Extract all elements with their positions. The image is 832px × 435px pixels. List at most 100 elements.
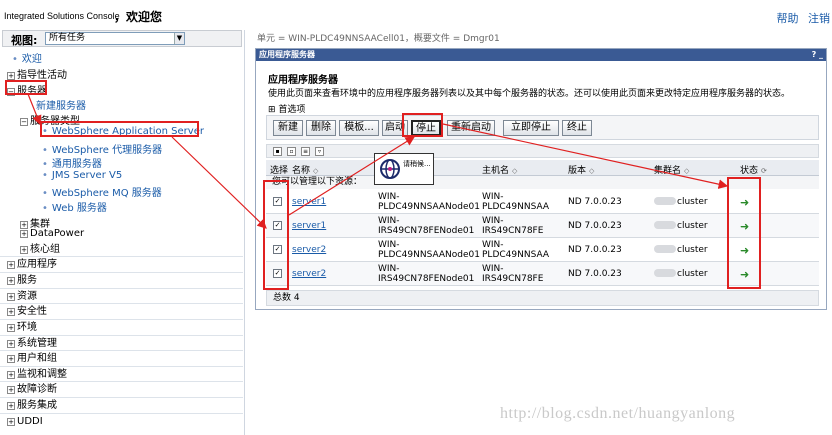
banner-links: 帮助 注销 — [771, 10, 831, 26]
nav-section-environment[interactable]: + 环境 — [0, 319, 243, 335]
sort-icon: ◇ — [512, 167, 518, 175]
delete-button[interactable]: 删除 — [306, 120, 336, 136]
column-cluster[interactable]: 集群名 ◇ — [654, 163, 689, 176]
view-select-value: 所有任务 — [49, 33, 86, 43]
started-status-icon: ➜ — [740, 196, 750, 209]
nav-core-groups[interactable]: + 核心组 — [20, 240, 60, 255]
version-cell: ND 7.0.0.23 — [568, 197, 622, 207]
host-cell: WIN- PLDC49NNSAA — [482, 192, 550, 212]
start-button[interactable]: 启动 — [382, 120, 408, 136]
nav-section-security[interactable]: + 安全性 — [0, 303, 243, 319]
chevron-down-icon[interactable]: ▼ — [174, 33, 184, 44]
collapse-icon[interactable]: − — [20, 118, 28, 126]
help-link[interactable]: 帮助 — [777, 12, 799, 25]
expand-icon[interactable]: + — [20, 246, 28, 254]
column-host[interactable]: 主机名 ◇ — [482, 163, 517, 176]
bullet-icon: • — [42, 126, 48, 137]
expand-icon[interactable]: + — [7, 402, 15, 410]
nav-section-services[interactable]: + 服务 — [0, 272, 243, 288]
sort-icon: ◇ — [684, 167, 690, 175]
deselect-all-icon[interactable]: ▫ — [287, 147, 296, 156]
filter-show-icon[interactable]: ≡ — [301, 147, 310, 156]
redacted-text — [654, 245, 676, 253]
expand-icon[interactable]: + — [7, 293, 15, 301]
preferences-toggle[interactable]: ⊞ 首选项 — [268, 102, 305, 115]
logout-link[interactable]: 注销 — [808, 12, 830, 25]
nav-type-web[interactable]: • Web 服务器 — [42, 199, 107, 214]
server-link[interactable]: server2 — [292, 269, 326, 279]
expand-icon[interactable]: + — [7, 261, 15, 269]
terminate-button[interactable]: 终止 — [562, 120, 592, 136]
action-toolbar: 新建 删除 模板... 启动 停止 重新启动 立即停止 终止 — [266, 115, 819, 140]
column-name[interactable]: 名称 ◇ — [292, 163, 318, 176]
row-checkbox[interactable]: ✓ — [273, 221, 282, 230]
filter-edit-icon[interactable]: ▿ — [315, 147, 324, 156]
nav-type-mq[interactable]: • WebSphere MQ 服务器 — [42, 184, 162, 199]
table-row: ✓ server2 WIN- IRS49CN78FENode01 WIN- IRS4… — [266, 262, 819, 286]
stop-button[interactable]: 停止 — [411, 120, 441, 136]
nav-section-applications[interactable]: + 应用程序 — [0, 256, 243, 272]
nav-section-uddi[interactable]: + UDDI — [0, 413, 243, 429]
nav-servers[interactable]: − 服务器 — [7, 82, 47, 97]
nav-type-was[interactable]: • WebSphere Application Server — [42, 126, 204, 137]
row-checkbox[interactable]: ✓ — [273, 269, 282, 278]
version-cell: ND 7.0.0.23 — [568, 245, 622, 255]
nav-server-types[interactable]: − 服务器类型 — [20, 112, 80, 127]
nav-datapower[interactable]: + DataPower — [20, 228, 84, 239]
node-cell: WIN- PLDC49NNSAANode01 — [378, 192, 480, 212]
immediate-stop-button[interactable]: 立即停止 — [503, 120, 559, 136]
portlet-controls[interactable]: ? _ — [812, 49, 823, 61]
expand-icon[interactable]: + — [7, 72, 15, 80]
nav-section-users-groups[interactable]: + 用户和组 — [0, 350, 243, 366]
nav-section-resources[interactable]: + 资源 — [0, 288, 243, 304]
sort-icon: ◇ — [589, 167, 595, 175]
host-cell: WIN- IRS49CN78FE — [482, 264, 544, 284]
nav-type-generic[interactable]: • 通用服务器 — [42, 155, 102, 170]
column-version[interactable]: 版本 ◇ — [568, 163, 594, 176]
row-checkbox[interactable]: ✓ — [273, 245, 282, 254]
column-status[interactable]: 状态 ⟳ — [740, 163, 767, 176]
nav-section-monitoring[interactable]: + 监视和调整 — [0, 366, 243, 382]
view-select[interactable]: 所有任务 ▼ — [45, 32, 185, 45]
collapse-icon[interactable]: − — [7, 88, 15, 96]
cluster-cell: cluster — [654, 269, 708, 279]
view-bar: 视图: 所有任务 ▼ — [2, 30, 242, 47]
expand-icon[interactable]: + — [7, 308, 15, 316]
redacted-text — [654, 197, 676, 205]
expand-icon[interactable]: + — [7, 386, 15, 394]
select-all-icon[interactable]: ▪ — [273, 147, 282, 156]
expand-icon[interactable]: + — [7, 371, 15, 379]
expand-icon[interactable]: + — [7, 418, 15, 426]
cluster-cell: cluster — [654, 197, 708, 207]
cluster-cell: cluster — [654, 221, 708, 231]
template-button[interactable]: 模板... — [339, 120, 379, 136]
nav-section-troubleshooting[interactable]: + 故障诊断 — [0, 381, 243, 397]
version-cell: ND 7.0.0.23 — [568, 221, 622, 231]
welcome-message: ，欢迎您 — [114, 10, 163, 24]
bullet-icon: • — [42, 159, 48, 170]
expand-icon[interactable]: + — [7, 355, 15, 363]
console-brand: Integrated Solutions Console — [4, 11, 120, 21]
nav-new-server[interactable]: 新建服务器 — [36, 97, 86, 112]
server-link[interactable]: server1 — [292, 221, 326, 231]
expand-icon[interactable]: + — [7, 277, 15, 285]
nav-guided-activities[interactable]: + 指导性活动 — [7, 66, 67, 81]
server-link[interactable]: server1 — [292, 197, 326, 207]
row-checkbox[interactable]: ✓ — [273, 197, 282, 206]
nav-section-system-admin[interactable]: + 系统管理 — [0, 335, 243, 351]
nav-section-service-integration[interactable]: + 服务集成 — [0, 397, 243, 413]
expand-icon[interactable]: + — [7, 324, 15, 332]
nav-type-jms[interactable]: • JMS Server V5 — [42, 170, 122, 181]
started-status-icon: ➜ — [740, 220, 750, 233]
expand-icon[interactable]: + — [20, 230, 28, 238]
expand-icon[interactable]: + — [7, 340, 15, 348]
started-status-icon: ➜ — [740, 268, 750, 281]
restart-button[interactable]: 重新启动 — [447, 120, 495, 136]
redacted-text — [654, 269, 676, 277]
expand-icon[interactable]: ⊞ — [268, 105, 276, 115]
nav-welcome[interactable]: • 欢迎 — [12, 50, 42, 65]
banner: Integrated Solutions Console ，欢迎您 帮助 注销 — [0, 0, 832, 28]
server-link[interactable]: server2 — [292, 245, 326, 255]
new-button[interactable]: 新建 — [273, 120, 303, 136]
nav-type-proxy[interactable]: • WebSphere 代理服务器 — [42, 141, 162, 156]
